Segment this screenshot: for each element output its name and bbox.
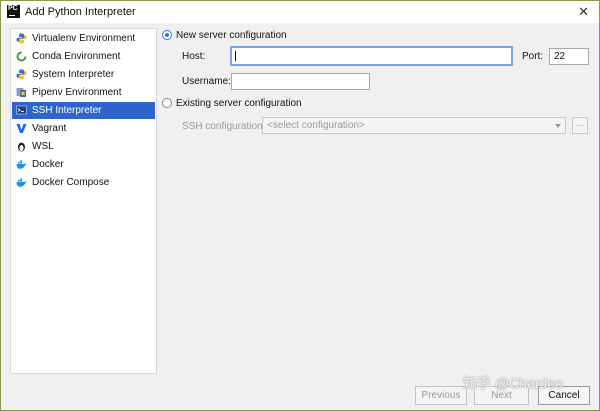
- docker-icon: [16, 160, 27, 169]
- sidebar-item-ssh-interpreter[interactable]: SSH Interpreter: [12, 102, 155, 119]
- ssh-terminal-icon: [16, 105, 27, 115]
- docker-icon: [16, 178, 27, 187]
- sidebar-item-label: Conda Environment: [32, 51, 121, 62]
- watermark: 知乎 @Chardeo: [463, 375, 563, 391]
- pipenv-icon: [16, 88, 26, 97]
- existing-server-label: Existing server configuration: [176, 98, 302, 109]
- python-icon: [16, 33, 27, 44]
- existing-server-radio[interactable]: [162, 98, 172, 108]
- sidebar-item-label: WSL: [32, 141, 54, 152]
- add-python-interpreter-dialog: PC Add Python Interpreter ✕ Virtualenv E…: [0, 0, 600, 411]
- pycharm-app-icon: PC: [7, 5, 20, 18]
- ssh-configuration-label: SSH configuration:: [182, 121, 266, 132]
- sidebar-item-wsl[interactable]: WSL: [12, 138, 155, 155]
- sidebar-item-docker[interactable]: Docker: [12, 156, 155, 173]
- sidebar-item-label: System Interpreter: [32, 69, 115, 80]
- python-icon: [16, 69, 27, 80]
- ssh-configuration-select[interactable]: <select configuration>: [262, 117, 566, 134]
- sidebar-item-label: Virtualenv Environment: [32, 33, 136, 44]
- title-bar: PC Add Python Interpreter ✕: [1, 1, 599, 23]
- close-icon[interactable]: ✕: [578, 4, 589, 20]
- sidebar-item-pipenv[interactable]: Pipenv Environment: [12, 84, 155, 101]
- dialog-title: Add Python Interpreter: [25, 6, 136, 18]
- sidebar-item-label: Docker: [32, 159, 64, 170]
- sidebar-item-label: Pipenv Environment: [32, 87, 122, 98]
- interpreter-type-list: Virtualenv Environment Conda Environment…: [10, 28, 157, 374]
- sidebar-item-label: Docker Compose: [32, 177, 110, 188]
- sidebar-item-docker-compose[interactable]: Docker Compose: [12, 174, 155, 191]
- port-input[interactable]: 22: [549, 48, 589, 65]
- ssh-configuration-placeholder: <select configuration>: [267, 120, 365, 131]
- sidebar-item-virtualenv[interactable]: Virtualenv Environment: [12, 30, 155, 47]
- username-label: Username:: [182, 76, 231, 87]
- sidebar-item-conda[interactable]: Conda Environment: [12, 48, 155, 65]
- chevron-down-icon: [555, 124, 561, 128]
- host-label: Host:: [182, 51, 206, 62]
- previous-button[interactable]: Previous: [415, 386, 467, 405]
- username-input[interactable]: [231, 73, 370, 90]
- text-caret: [235, 51, 236, 61]
- sidebar-item-label: Vagrant: [32, 123, 67, 134]
- sidebar-item-label: SSH Interpreter: [32, 105, 102, 116]
- sidebar-item-vagrant[interactable]: Vagrant: [12, 120, 155, 137]
- sidebar-item-system-interpreter[interactable]: System Interpreter: [12, 66, 155, 83]
- new-server-radio[interactable]: [162, 30, 172, 40]
- host-input[interactable]: [230, 46, 513, 66]
- port-label: Port:: [522, 51, 544, 62]
- vagrant-icon: [16, 124, 27, 133]
- conda-icon: [16, 51, 27, 62]
- new-server-label: New server configuration: [176, 30, 287, 41]
- linux-penguin-icon: [18, 142, 25, 152]
- browse-configurations-button[interactable]: ...: [572, 117, 588, 134]
